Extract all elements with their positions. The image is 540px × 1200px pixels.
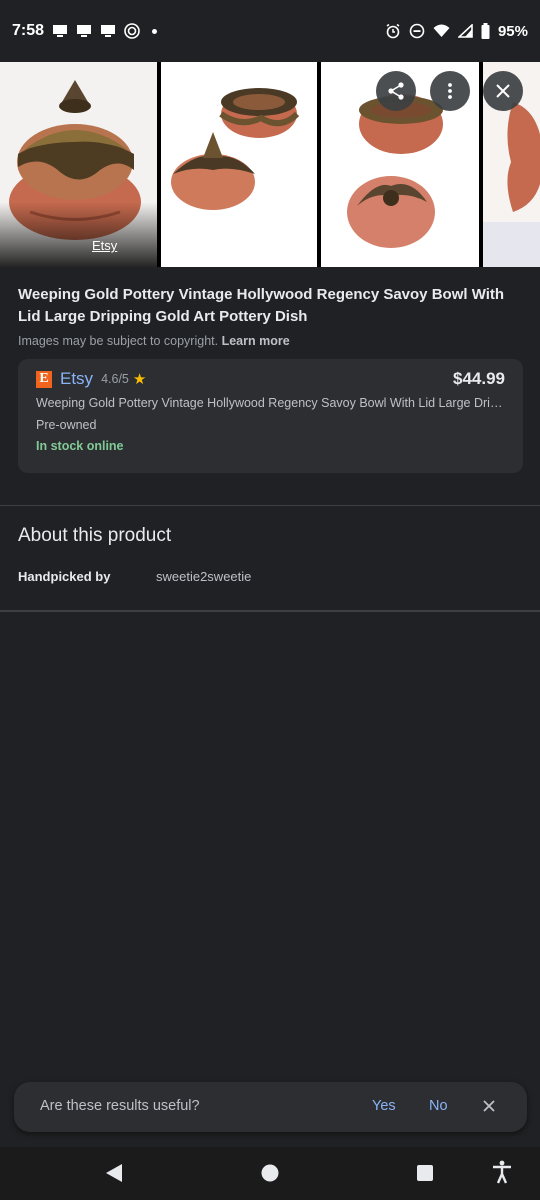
feedback-no-button[interactable]: No — [429, 1098, 448, 1114]
currency-circle-icon — [124, 23, 140, 39]
wifi-icon — [433, 24, 450, 38]
feedback-question: Are these results useful? — [40, 1098, 200, 1114]
merchant-offer-card[interactable]: E Etsy 4.6/5 ★ $44.99 Weeping Gold Potte… — [18, 359, 523, 473]
image-caption-fade — [0, 202, 157, 267]
listing-title: Weeping Gold Pottery Vintage Hollywood R… — [36, 396, 506, 410]
availability-status: In stock online — [36, 439, 124, 453]
product-title: Weeping Gold Pottery Vintage Hollywood R… — [18, 286, 505, 325]
recents-icon — [417, 1165, 433, 1181]
battery-icon — [481, 23, 490, 39]
do-not-disturb-icon — [409, 23, 425, 39]
back-icon — [106, 1164, 122, 1182]
home-button[interactable] — [260, 1162, 280, 1184]
status-left: 7:58 — [12, 22, 158, 40]
close-viewer-button[interactable] — [483, 71, 523, 111]
home-icon — [261, 1164, 279, 1182]
status-bar: 7:58 95% — [0, 0, 540, 62]
etsy-logo-icon: E — [36, 370, 52, 388]
item-condition: Pre-owned — [36, 418, 97, 432]
monitor-icon — [76, 24, 92, 38]
handpicked-label: Handpicked by — [18, 569, 111, 584]
monitor-icon — [52, 24, 68, 38]
product-image-1[interactable]: Etsy — [0, 62, 157, 267]
alarm-icon — [385, 23, 401, 39]
handpicked-value: sweetie2sweetie — [156, 569, 252, 584]
close-icon — [483, 1100, 495, 1112]
signal-icon — [457, 24, 473, 38]
image-source-label[interactable]: Etsy — [92, 238, 117, 253]
accessibility-button[interactable] — [492, 1160, 512, 1184]
about-heading: About this product — [18, 525, 172, 546]
price: $44.99 — [453, 369, 505, 388]
share-button[interactable] — [376, 71, 416, 111]
section-divider — [0, 610, 540, 612]
monitor-icon — [100, 24, 116, 38]
status-right: 95% — [385, 23, 528, 40]
feedback-yes-button[interactable]: Yes — [372, 1098, 396, 1114]
star-icon: ★ — [132, 371, 147, 388]
status-time: 7:58 — [12, 22, 45, 39]
system-nav-bar — [0, 1147, 540, 1200]
learn-more-link[interactable]: Learn more — [222, 334, 290, 348]
copyright-note: Images may be subject to copyright. Lear… — [18, 334, 518, 348]
product-info: Weeping Gold Pottery Vintage Hollywood R… — [18, 284, 518, 348]
image-carousel[interactable]: Etsy — [0, 62, 540, 267]
product-image-2[interactable] — [161, 62, 317, 267]
close-icon — [496, 84, 510, 98]
more-options-button[interactable] — [430, 71, 470, 111]
merchant-rating: 4.6/5 — [101, 372, 129, 386]
copyright-text: Images may be subject to copyright. — [18, 334, 219, 348]
back-button[interactable] — [104, 1162, 124, 1184]
share-icon — [388, 82, 404, 100]
feedback-bar: Are these results useful? Yes No — [14, 1082, 527, 1132]
merchant-name[interactable]: Etsy — [60, 369, 93, 389]
section-divider — [0, 505, 540, 506]
dot-icon — [152, 28, 158, 34]
merchant-header: E Etsy 4.6/5 ★ — [36, 369, 146, 389]
feedback-close-button[interactable] — [480, 1097, 498, 1115]
accessibility-icon — [493, 1160, 511, 1184]
more-vert-icon — [448, 83, 452, 99]
battery-percent: 95% — [497, 22, 528, 40]
recents-button[interactable] — [416, 1162, 434, 1184]
